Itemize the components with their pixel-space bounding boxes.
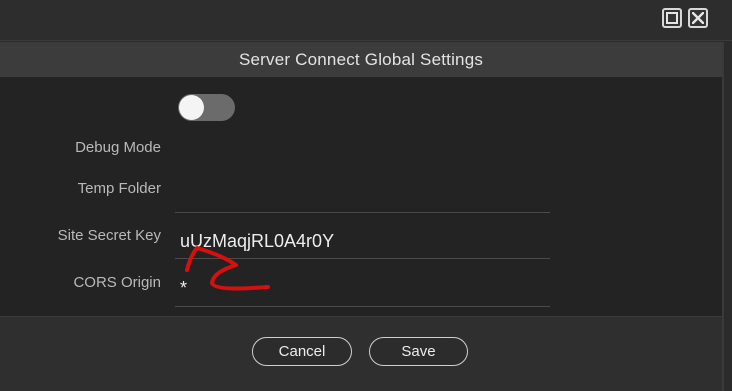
temp-folder-underline [175,212,550,213]
screen: Server Connect Global Settings Debug Mod… [0,0,732,391]
temp-folder-label: Temp Folder [77,180,161,197]
close-button[interactable] [688,8,708,28]
cors-origin-input[interactable]: * [180,278,187,299]
cors-origin-label: CORS Origin [73,274,161,291]
site-secret-key-input[interactable]: uUzMaqjRL0A4r0Y [180,231,334,252]
window-titlebar [0,0,732,41]
cors-origin-underline [175,306,550,307]
save-button[interactable]: Save [369,337,468,366]
close-icon [692,12,704,24]
maximize-button[interactable] [662,8,682,28]
site-secret-key-label: Site Secret Key [57,227,161,244]
dialog-footer: Cancel Save [0,316,722,391]
dialog-title: Server Connect Global Settings [0,42,722,77]
dialog-body: Debug Mode Temp Folder Site Secret Key u… [0,77,722,315]
toggle-knob [179,95,204,120]
debug-mode-toggle[interactable] [178,94,235,121]
cancel-button[interactable]: Cancel [252,337,352,366]
site-secret-key-underline [175,258,550,259]
settings-dialog: Server Connect Global Settings Debug Mod… [0,42,724,391]
debug-mode-label: Debug Mode [75,139,161,156]
